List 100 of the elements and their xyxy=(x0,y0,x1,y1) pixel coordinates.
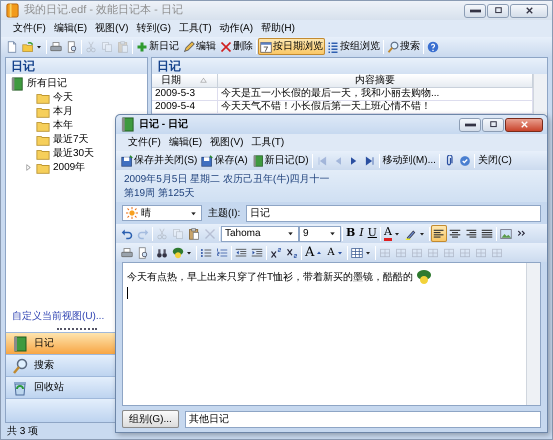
table-tool-icon xyxy=(410,246,423,258)
editor-area[interactable]: 今天有点热，早上出来只穿了件T恤衫，带着新买的墨镜，酷酷的 xyxy=(122,262,541,406)
menu-item[interactable]: 动作(A) xyxy=(216,21,258,36)
skip-forward-icon xyxy=(364,154,376,166)
toolbar-button[interactable]: 关闭(C) xyxy=(476,152,514,169)
close-button[interactable] xyxy=(505,118,543,132)
outdent-icon xyxy=(235,246,247,258)
table-tool-icon xyxy=(378,246,391,258)
cross-icon xyxy=(220,40,232,52)
menu-item[interactable]: 工具(T) xyxy=(174,21,216,36)
column-header[interactable]: 内容摘要 xyxy=(218,74,533,88)
toolbar-button[interactable]: 移动到(M)... xyxy=(380,152,438,169)
toolbar-button[interactable]: 搜索 xyxy=(385,38,422,55)
menu-item[interactable]: 文件(F) xyxy=(124,135,165,150)
customize-view-link[interactable]: 自定义当前视图(U)... xyxy=(12,309,104,324)
tree-item[interactable]: 本月 xyxy=(53,104,73,119)
tree-item[interactable]: 最近30天 xyxy=(53,146,94,161)
maximize-button[interactable] xyxy=(482,118,504,132)
toolbar-button[interactable]: 保存并关闭(S) xyxy=(119,152,200,169)
group-field[interactable]: 其他日记 xyxy=(184,410,541,428)
navigation-section[interactable]: 搜索 xyxy=(6,354,115,376)
toolbar-button[interactable]: A xyxy=(303,244,326,261)
weather-dropdown[interactable]: 晴 xyxy=(122,205,202,221)
scrollbar[interactable] xyxy=(533,74,547,114)
copy-icon xyxy=(101,40,113,52)
toolbar-button[interactable]: 按组浏览 xyxy=(325,38,382,55)
binoculars-icon xyxy=(156,246,168,258)
image-icon xyxy=(500,228,512,240)
minimize-button[interactable] xyxy=(464,4,486,18)
table-icon xyxy=(350,246,363,258)
page-magnifier-icon xyxy=(66,40,78,52)
navigation-section[interactable]: 日记 xyxy=(6,332,115,354)
tree-item[interactable]: 今天 xyxy=(53,90,73,105)
toolbar-button[interactable]: 按日期浏览 xyxy=(258,38,325,55)
copy-icon xyxy=(172,228,184,240)
subject-field[interactable]: 日记 xyxy=(246,204,541,222)
justify-icon xyxy=(480,228,493,240)
book-icon xyxy=(12,336,28,352)
tree-item[interactable]: 本年 xyxy=(53,118,73,133)
pane-title: 日记 xyxy=(152,58,547,74)
column-header[interactable]: 日期 xyxy=(152,74,218,88)
table-cell: 今天是五一小长假的最后一天，我和小丽去购物... xyxy=(218,88,533,101)
window-title: 我的日记.edf - 效能日记本 - 日记 xyxy=(24,3,183,18)
indent-icon xyxy=(251,246,263,258)
menu-item[interactable]: 帮助(H) xyxy=(257,21,299,36)
toolbar-button[interactable]: 编辑 xyxy=(181,38,218,55)
printer-icon xyxy=(50,40,62,52)
tree-item[interactable]: 所有日记 xyxy=(27,76,67,91)
search-icon xyxy=(12,358,28,374)
text-cursor xyxy=(127,287,128,299)
toolbar-button[interactable]: I xyxy=(357,225,366,242)
week-text: 第19周 第125天 xyxy=(124,187,196,200)
font-size-dropdown[interactable]: 9 xyxy=(299,226,341,242)
pane-title: 日记 xyxy=(6,58,147,74)
group-button[interactable]: 组别(G)... xyxy=(122,410,179,428)
table-tool-icon xyxy=(442,246,455,258)
font-dropdown[interactable]: Tahoma xyxy=(221,226,299,242)
expander-icon xyxy=(24,163,33,172)
toolbar-button[interactable]: U xyxy=(366,225,379,242)
clipboard-icon xyxy=(188,228,200,240)
notebook-icon xyxy=(5,3,20,18)
check-icon xyxy=(458,154,471,166)
toolbar-button[interactable]: 新日记(D) xyxy=(250,152,311,169)
menu-item[interactable]: 文件(F) xyxy=(9,21,50,36)
tree-item[interactable]: 2009年 xyxy=(53,160,86,175)
menu-item[interactable]: 视图(V) xyxy=(91,21,132,36)
undo-icon xyxy=(121,228,133,240)
scrollbar[interactable] xyxy=(526,263,540,405)
toolbar-button[interactable]: 保存(A) xyxy=(199,152,250,169)
table-tool-icon xyxy=(458,246,471,258)
align-center-icon xyxy=(448,228,461,240)
minimize-button[interactable] xyxy=(459,118,481,132)
toolbar-button[interactable]: 删除 xyxy=(218,38,255,55)
sun-icon xyxy=(126,207,138,219)
close-button[interactable] xyxy=(510,4,548,18)
table-tool-icon xyxy=(474,246,487,258)
toolbar-button[interactable]: 新日记 xyxy=(134,38,181,55)
menu-item[interactable]: 视图(V) xyxy=(206,135,248,150)
table-tool-icon xyxy=(394,246,407,258)
bulleted-list-icon xyxy=(200,246,212,258)
navigation-section[interactable]: 回收站 xyxy=(6,376,115,398)
table-cell: 2009-5-3 xyxy=(152,88,218,101)
maximize-icon xyxy=(492,5,504,16)
menu-item[interactable]: 工具(T) xyxy=(247,135,288,150)
minimize-icon xyxy=(470,8,480,14)
toolbar-button[interactable]: B xyxy=(344,225,358,242)
menu-item[interactable]: 转到(G) xyxy=(132,21,175,36)
numbered-list-icon xyxy=(216,246,228,258)
body-text: 今天有点热，早上出来只穿了件T恤衫，带着新买的墨镜，酷酷的 xyxy=(127,270,414,285)
maximize-button[interactable] xyxy=(487,4,509,18)
align-left-button[interactable] xyxy=(430,225,447,242)
menu-item[interactable]: 编辑(E) xyxy=(164,135,206,150)
table-tool-icon xyxy=(426,246,439,258)
menu-item[interactable]: 编辑(E) xyxy=(50,21,92,36)
tree-item[interactable]: 最近7天 xyxy=(53,132,89,147)
expander-button[interactable] xyxy=(24,163,33,172)
toolbar-button[interactable]: A xyxy=(325,244,346,261)
document-icon xyxy=(6,40,18,52)
align-left-icon xyxy=(432,228,445,240)
help-icon xyxy=(427,40,439,52)
